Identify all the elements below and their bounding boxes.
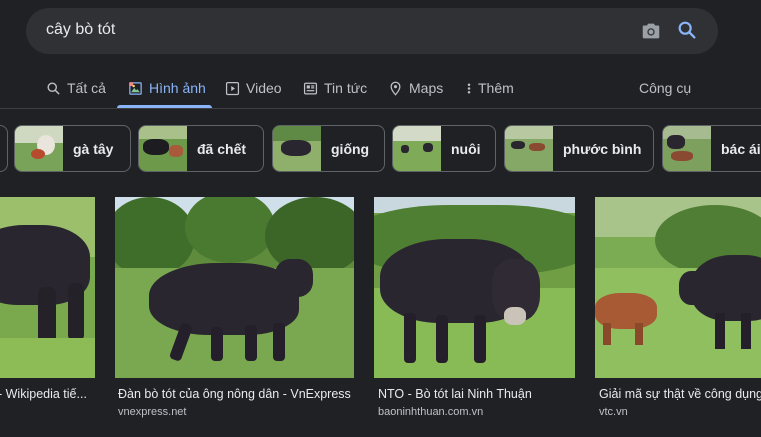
search-icon [47, 82, 60, 95]
result-image[interactable] [374, 197, 575, 378]
chip-label: phước bình [563, 140, 642, 157]
image-result[interactable]: - Wikipedia tiế... [0, 197, 96, 401]
chip-label: bác ái [721, 140, 761, 157]
chip-label: đã chết [197, 140, 247, 157]
more-vert-icon [467, 83, 471, 93]
chip-label: gà tây [73, 140, 114, 157]
search-submit-icon[interactable] [676, 19, 698, 41]
map-pin-icon [390, 81, 401, 96]
image-result[interactable]: NTO - Bò tót lai Ninh Thuận baoninhthuan… [374, 197, 576, 418]
tools-button[interactable]: Công cụ [639, 68, 691, 108]
tab-images-label: Hình ảnh [149, 80, 206, 96]
result-image[interactable] [115, 197, 354, 378]
image-icon [129, 81, 142, 95]
chip-da-chet[interactable]: đã chết [138, 125, 264, 172]
chip-ga-tay[interactable]: gà tây [14, 125, 131, 172]
tab-more-label: Thêm [478, 80, 514, 96]
tab-all-label: Tất cả [67, 80, 106, 96]
related-chips: gà tây đã chết giống nuôi phước bình bác… [0, 125, 761, 175]
image-result[interactable]: Đàn bò tót của ông nông dân - VnExpress … [115, 197, 355, 418]
search-input[interactable]: cây bò tót [46, 21, 115, 39]
chip-phuoc-binh[interactable]: phước bình [504, 125, 654, 172]
tab-maps-label: Maps [409, 80, 444, 96]
tab-video[interactable]: Video [225, 68, 282, 108]
chip-bac-ai[interactable]: bác ái [662, 125, 761, 172]
tools-label: Công cụ [639, 80, 692, 96]
tab-maps[interactable]: Maps [388, 68, 443, 108]
result-image[interactable] [0, 197, 95, 378]
result-title[interactable]: Đàn bò tót của ông nông dân - VnExpress [118, 387, 351, 401]
tab-images[interactable]: Hình ảnh [128, 68, 206, 108]
camera-icon[interactable] [640, 20, 662, 42]
tabs-divider [0, 108, 761, 109]
play-icon [225, 81, 240, 95]
tab-more[interactable]: Thêm [464, 68, 514, 108]
result-title[interactable]: NTO - Bò tót lai Ninh Thuận [378, 387, 532, 401]
tab-video-label: Video [246, 80, 282, 96]
result-source: vtc.vn [599, 406, 628, 418]
chip-label: giống [331, 140, 370, 157]
chip-nuoi[interactable]: nuôi [392, 125, 496, 172]
chip-thumbnail [15, 126, 63, 171]
chip-thumbnail [505, 126, 553, 171]
tab-news-label: Tin tức [324, 80, 368, 96]
result-source: vnexpress.net [118, 406, 187, 418]
tab-all[interactable]: Tất cả [46, 68, 106, 108]
chip-thumbnail [663, 126, 711, 171]
result-source: baoninhthuan.com.vn [378, 406, 484, 418]
news-icon [303, 82, 318, 94]
search-tabs: Tất cả Hình ảnh Video Tin tức Maps Thêm … [0, 68, 761, 108]
tab-news[interactable]: Tin tức [303, 68, 367, 108]
chip-label: nuôi [451, 140, 481, 157]
result-title[interactable]: Giải mã sự thật về công dụng [599, 387, 761, 401]
result-title[interactable]: - Wikipedia tiế... [0, 387, 87, 401]
chip-thumbnail [273, 126, 321, 171]
search-bar[interactable]: cây bò tót [26, 8, 718, 54]
chip-partial[interactable] [0, 125, 8, 172]
result-image[interactable] [595, 197, 761, 378]
chip-giong[interactable]: giống [272, 125, 385, 172]
chip-thumbnail [393, 126, 441, 171]
chip-thumbnail [139, 126, 187, 171]
image-result[interactable]: Giải mã sự thật về công dụng vtc.vn [595, 197, 761, 418]
